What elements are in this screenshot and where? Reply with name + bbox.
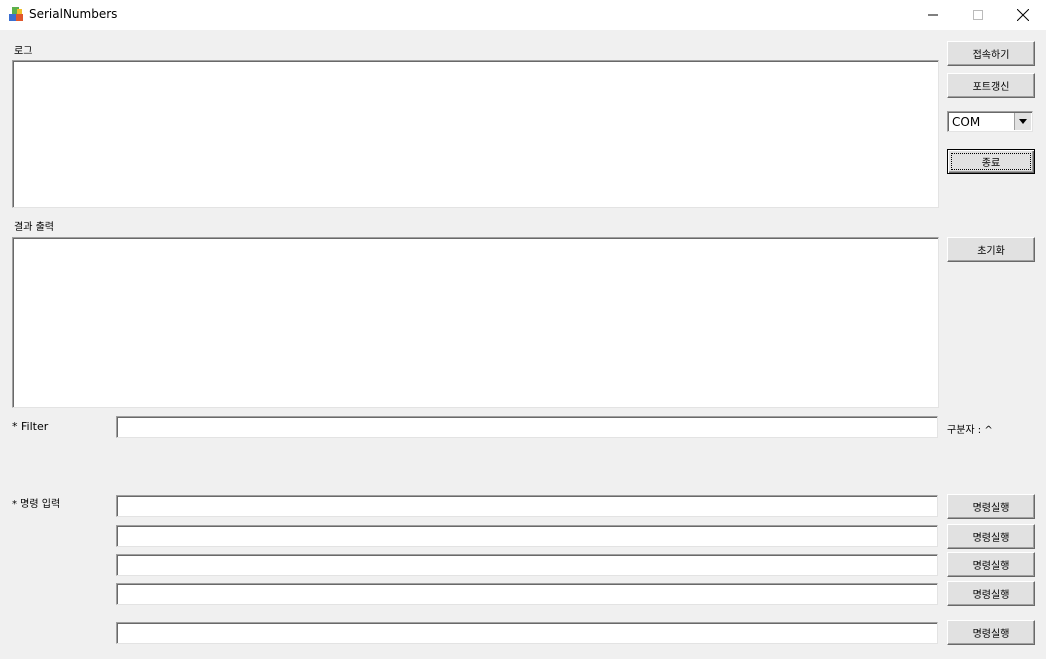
command-label: * 명령 입력 [12, 499, 61, 510]
close-button[interactable] [1000, 0, 1046, 30]
focus-rect [951, 153, 1031, 170]
execute-command-button-2[interactable]: 명령실행 [947, 524, 1035, 549]
minimize-button[interactable] [910, 0, 956, 30]
separator-label: 구분자 : ^ [947, 425, 993, 436]
filter-input[interactable] [116, 416, 938, 438]
port-refresh-button[interactable]: 포트갱신 [947, 73, 1035, 98]
exit-button[interactable]: 종료 [947, 149, 1035, 174]
execute-command-button-1[interactable]: 명령실행 [947, 494, 1035, 519]
close-icon [1017, 9, 1029, 21]
execute-command-button-3[interactable]: 명령실행 [947, 552, 1035, 577]
command-input-3[interactable] [116, 554, 938, 576]
result-label: 결과 출력 [14, 222, 54, 233]
log-textbox[interactable] [12, 60, 939, 208]
reset-button[interactable]: 초기화 [947, 237, 1035, 262]
result-textbox[interactable] [12, 237, 939, 408]
log-label: 로그 [14, 46, 33, 57]
app-cube-icon [8, 6, 24, 22]
title-bar[interactable]: SerialNumbers [0, 0, 1046, 30]
maximize-button[interactable] [955, 0, 1001, 30]
port-select[interactable]: COM [947, 111, 1033, 132]
maximize-icon [973, 10, 983, 20]
command-input-4[interactable] [116, 583, 938, 605]
command-input-2[interactable] [116, 525, 938, 547]
command-input-5[interactable] [116, 622, 938, 644]
execute-command-button-5[interactable]: 명령실행 [947, 620, 1035, 645]
execute-command-button-4[interactable]: 명령실행 [947, 581, 1035, 606]
command-input-1[interactable] [116, 495, 938, 517]
connect-button[interactable]: 접속하기 [947, 41, 1035, 66]
port-select-value: COM [952, 115, 981, 129]
minimize-icon [928, 14, 938, 16]
window-title: SerialNumbers [29, 7, 118, 21]
chevron-down-icon[interactable] [1014, 113, 1031, 130]
filter-label: * Filter [12, 420, 49, 433]
